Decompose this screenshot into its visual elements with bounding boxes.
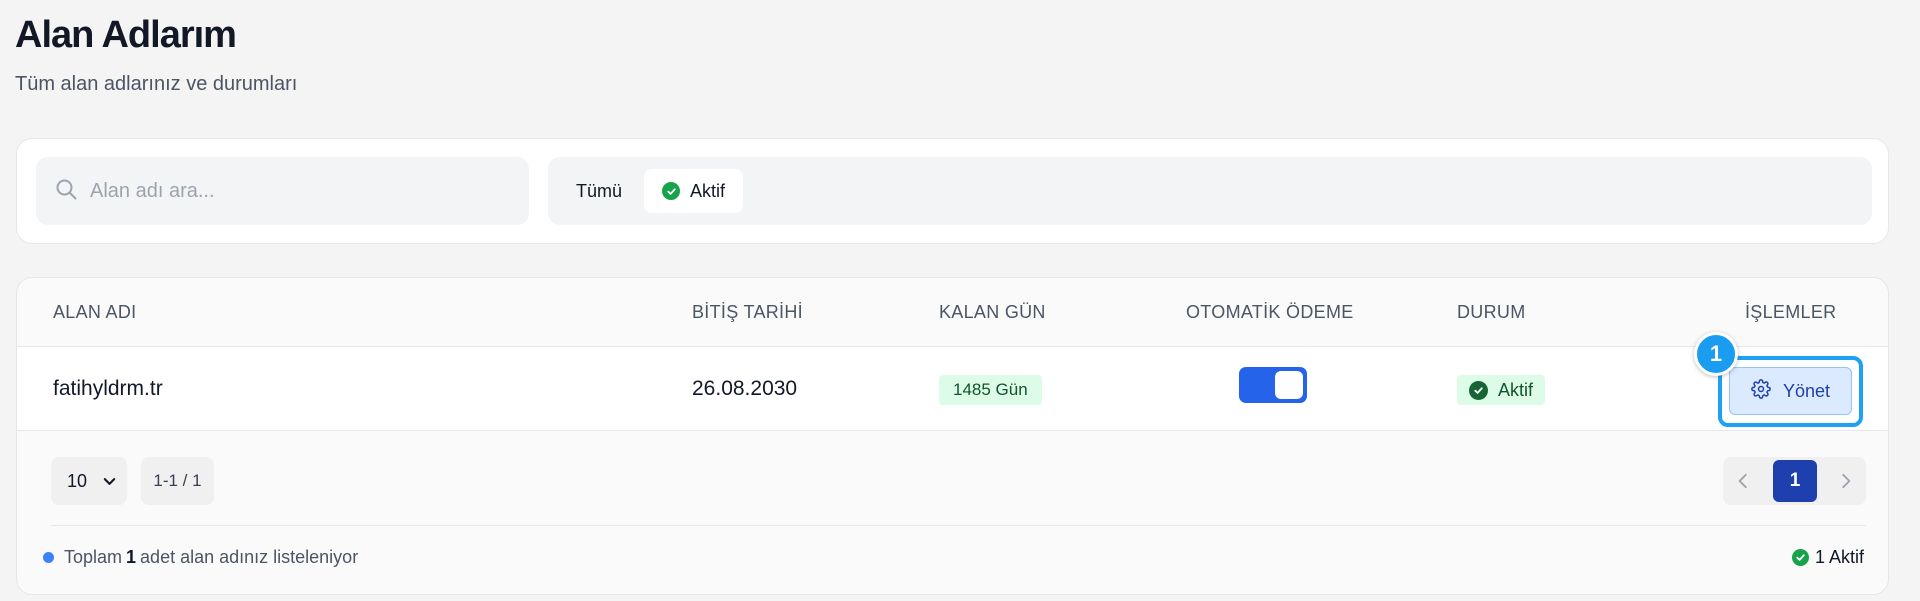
check-circle-icon — [1791, 549, 1809, 566]
manage-button[interactable]: Yönet — [1729, 367, 1852, 415]
prev-page-button[interactable] — [1723, 457, 1763, 505]
info-dot-icon — [43, 552, 54, 563]
column-header-domain: ALAN ADI — [53, 302, 137, 322]
status-label: Aktif — [1498, 379, 1534, 400]
page-size-value: 10 — [67, 470, 88, 491]
column-header-actions: İŞLEMLER — [1745, 302, 1837, 322]
table-row: fatihyldrm.tr 26.08.2030 1485 Gün Aktif … — [17, 347, 1888, 431]
column-header-status: DURUM — [1457, 302, 1526, 322]
filter-bar: Tümü Aktif — [548, 157, 1872, 225]
days-left-badge: 1485 Gün — [939, 375, 1042, 405]
footer-count: 1 — [126, 547, 137, 567]
filter-active-button[interactable]: Aktif — [644, 169, 744, 213]
pagination: 1 — [1723, 457, 1866, 505]
step-marker: 1 — [1694, 332, 1738, 376]
filter-all-button[interactable]: Tümü — [558, 169, 640, 213]
footer-prefix: Toplam — [64, 547, 123, 567]
chevron-left-icon — [1738, 473, 1747, 489]
manage-button-label: Yönet — [1782, 380, 1831, 401]
column-header-expiry: BİTİŞ TARİHİ — [692, 302, 803, 322]
toggle-knob — [1275, 371, 1303, 399]
search-box[interactable] — [36, 157, 529, 225]
filter-card: Tümü Aktif — [16, 138, 1889, 244]
chevron-right-icon — [1842, 473, 1851, 489]
domain-name: fatihyldrm.tr — [53, 377, 163, 400]
search-icon — [54, 177, 78, 206]
page-subtitle: Tüm alan adlarınız ve durumları — [15, 73, 298, 95]
search-input[interactable] — [90, 179, 510, 203]
page-title: Alan Adlarım — [15, 14, 237, 56]
expiry-date: 26.08.2030 — [692, 377, 798, 400]
page-1-button[interactable]: 1 — [1773, 460, 1817, 502]
table-header: ALAN ADI BİTİŞ TARİHİ KALAN GÜN OTOMATİK… — [17, 278, 1888, 347]
footer-suffix: adet alan adınız listeleniyor — [140, 547, 359, 567]
column-header-auto-pay: OTOMATİK ÖDEME — [1186, 302, 1354, 322]
next-page-button[interactable] — [1826, 457, 1866, 505]
status-badge: Aktif — [1457, 375, 1546, 405]
active-summary: 1 Aktif — [1791, 547, 1864, 568]
domains-table: ALAN ADI BİTİŞ TARİHİ KALAN GÜN OTOMATİK… — [16, 277, 1889, 595]
gear-icon — [1751, 378, 1783, 404]
page-size-select[interactable]: 10 — [51, 457, 127, 505]
filter-active-label: Aktif — [690, 180, 726, 201]
chevron-down-icon — [103, 478, 116, 485]
active-summary-label: 1 Aktif — [1814, 547, 1864, 567]
footer-summary: Toplam 1 adet alan adınız listeleniyor — [43, 547, 358, 568]
range-indicator: 1-1 / 1 — [141, 457, 214, 505]
footer-divider — [51, 525, 1866, 526]
column-header-days-left: KALAN GÜN — [939, 302, 1046, 322]
check-circle-icon — [1469, 380, 1488, 400]
auto-pay-toggle[interactable] — [1239, 367, 1307, 403]
check-circle-icon — [662, 182, 681, 200]
